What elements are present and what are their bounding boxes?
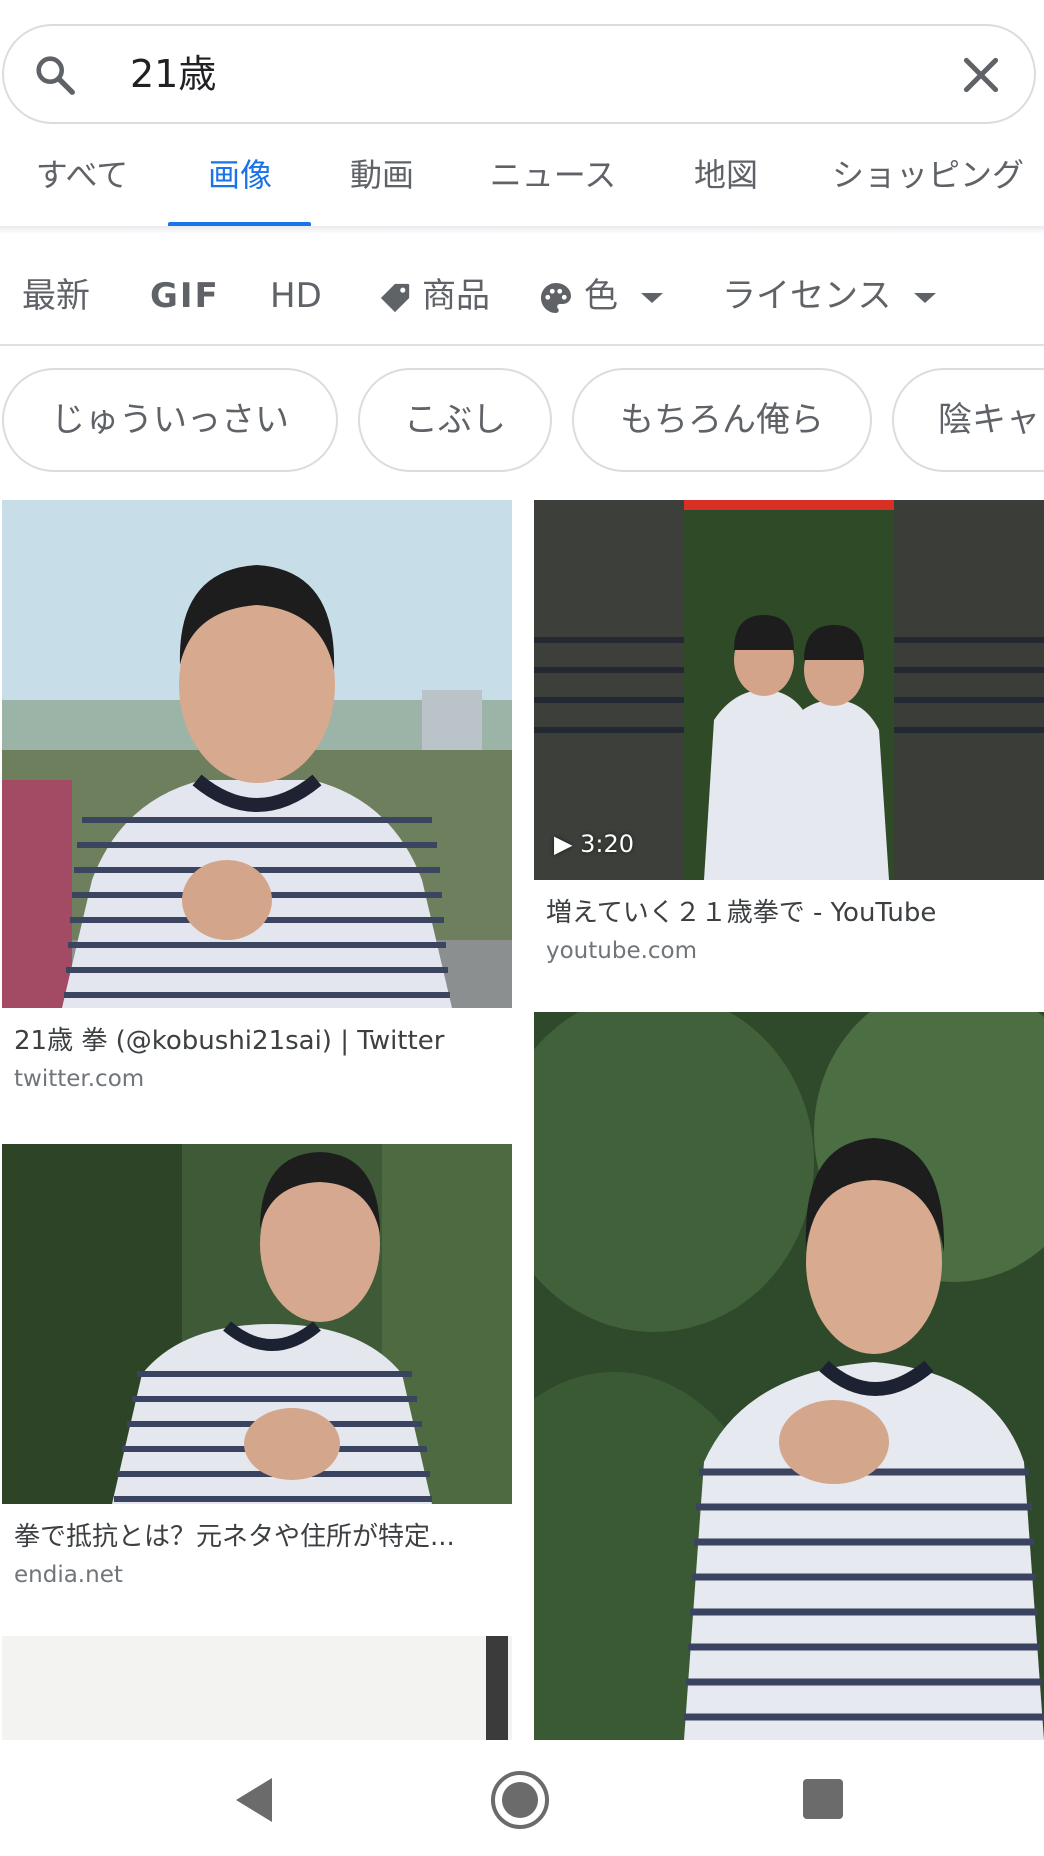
- result-title[interactable]: 拳で抵抗とは？元ネタや住所が特定...: [14, 1520, 504, 1554]
- filter-gif[interactable]: GIF: [150, 268, 220, 324]
- filter-hd[interactable]: HD: [270, 268, 322, 324]
- video-duration: ▶ 3:20: [548, 826, 640, 862]
- result-thumbnail-1: [2, 500, 512, 1008]
- search-tabs: すべて 画像 動画 ニュース 地図 ショッピング: [0, 148, 1044, 232]
- result-image[interactable]: [2, 500, 512, 1008]
- tab-all[interactable]: すべて: [22, 148, 142, 232]
- tab-images[interactable]: 画像: [178, 148, 302, 232]
- play-icon: ▶: [554, 830, 573, 858]
- result-title[interactable]: 増えていく２１歳拳で - YouTube: [546, 896, 1036, 930]
- result-image[interactable]: [2, 1636, 512, 1740]
- caret-down-icon: [914, 292, 937, 303]
- filter-products[interactable]: 商品: [378, 268, 490, 324]
- result-thumbnail-2: [534, 500, 1044, 880]
- search-input[interactable]: 21歳: [130, 48, 216, 100]
- result-image[interactable]: [2, 1144, 512, 1504]
- search-box[interactable]: 21歳: [2, 24, 1036, 124]
- filter-color[interactable]: 色: [538, 268, 673, 324]
- filter-divider: [0, 344, 1044, 346]
- result-video[interactable]: ▶ 3:20: [534, 500, 1044, 880]
- related-chip[interactable]: 陰キャ: [892, 368, 1044, 472]
- result-domain: youtube.com: [546, 938, 698, 964]
- tab-shopping[interactable]: ショッピング: [812, 148, 1044, 232]
- related-chip[interactable]: じゅういっさい: [2, 368, 338, 472]
- tag-icon: [380, 283, 410, 312]
- filter-bar: 最新 GIF HD 商品 色 ライセンス: [0, 248, 1044, 348]
- result-domain: endia.net: [14, 1562, 123, 1588]
- result-image[interactable]: [534, 1012, 1044, 1740]
- result-thumbnail-4: [534, 1012, 1044, 1740]
- home-icon[interactable]: [490, 1770, 550, 1830]
- navigation-bar: [0, 1740, 1044, 1856]
- result-thumbnail-3: [2, 1144, 512, 1504]
- caret-down-icon: [640, 292, 663, 303]
- related-chip[interactable]: もちろん俺ら: [572, 368, 872, 472]
- result-domain: twitter.com: [14, 1066, 145, 1092]
- filter-products-label: 商品: [422, 276, 490, 316]
- back-icon[interactable]: [232, 1776, 276, 1824]
- tab-maps[interactable]: 地図: [664, 148, 788, 232]
- tabs-divider: [0, 226, 1044, 234]
- palette-icon: [541, 282, 571, 313]
- filter-color-label: 色: [584, 276, 618, 316]
- filter-latest[interactable]: 最新: [22, 268, 90, 324]
- tab-videos[interactable]: 動画: [322, 148, 442, 232]
- filter-license-label: ライセンス: [722, 276, 892, 316]
- close-icon[interactable]: [956, 50, 1006, 100]
- result-thumbnail-5: [2, 1636, 512, 1740]
- filter-license[interactable]: ライセンス: [722, 268, 946, 324]
- search-icon[interactable]: [32, 52, 78, 98]
- tab-news[interactable]: ニュース: [468, 148, 638, 232]
- recents-icon[interactable]: [802, 1778, 844, 1820]
- related-chip[interactable]: こぶし: [358, 368, 552, 472]
- video-duration-text: 3:20: [580, 830, 635, 858]
- result-title[interactable]: 21歳 拳 (@kobushi21sai) | Twitter: [14, 1024, 504, 1058]
